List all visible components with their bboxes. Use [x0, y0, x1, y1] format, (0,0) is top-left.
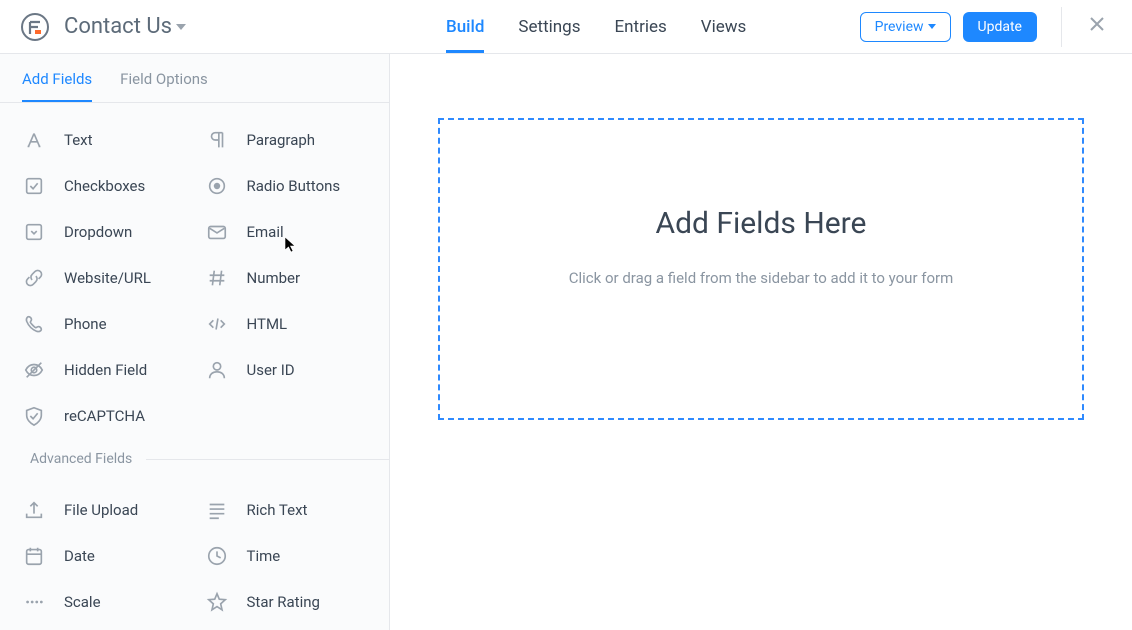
- drop-zone-title: Add Fields Here: [656, 206, 867, 241]
- main-tabs: Build Settings Entries Views: [446, 0, 746, 53]
- field-label: Checkboxes: [64, 177, 145, 195]
- field-radio-buttons[interactable]: Radio Buttons: [197, 163, 380, 209]
- field-label: User ID: [247, 361, 295, 379]
- field-email[interactable]: Email: [197, 209, 380, 255]
- drop-zone[interactable]: Add Fields Here Click or drag a field fr…: [438, 118, 1084, 420]
- drop-zone-subtitle: Click or drag a field from the sidebar t…: [569, 269, 954, 287]
- paragraph-icon: [205, 128, 229, 152]
- link-icon: [22, 266, 46, 290]
- field-label: Radio Buttons: [247, 177, 341, 195]
- phone-icon: [22, 312, 46, 336]
- field-hidden-field[interactable]: Hidden Field: [14, 347, 197, 393]
- field-text[interactable]: Text: [14, 117, 197, 163]
- field-html[interactable]: HTML: [197, 301, 380, 347]
- field-user-id[interactable]: User ID: [197, 347, 380, 393]
- field-label: File Upload: [64, 501, 138, 519]
- field-label: Paragraph: [247, 131, 316, 149]
- field-label: Website/URL: [64, 269, 151, 287]
- field-paragraph[interactable]: Paragraph: [197, 117, 380, 163]
- scale-icon: [22, 590, 46, 614]
- update-button[interactable]: Update: [963, 12, 1037, 42]
- basic-fields-grid: Text Paragraph Checkboxes Radio Buttons Drop…: [0, 103, 389, 445]
- field-recaptcha[interactable]: reCAPTCHA: [14, 393, 197, 439]
- field-website-url[interactable]: Website/URL: [14, 255, 197, 301]
- tab-views[interactable]: Views: [701, 0, 747, 53]
- divider: [1061, 7, 1062, 47]
- hidden-icon: [22, 358, 46, 382]
- chevron-down-icon: [928, 24, 936, 29]
- field-rich-text[interactable]: Rich Text: [197, 487, 380, 533]
- field-label: Dropdown: [64, 223, 132, 241]
- radio-icon: [205, 174, 229, 198]
- advanced-fields-grid: File Upload Rich Text Date Time Scale Star Ra…: [0, 473, 389, 630]
- time-icon: [205, 544, 229, 568]
- shield-icon: [22, 404, 46, 428]
- sidebar-tabs: Add Fields Field Options: [0, 54, 389, 103]
- field-label: Date: [64, 547, 95, 565]
- dropdown-icon: [22, 220, 46, 244]
- field-label: Time: [247, 547, 281, 565]
- field-scale[interactable]: Scale: [14, 579, 197, 625]
- preview-label: Preview: [875, 19, 924, 35]
- tab-entries[interactable]: Entries: [615, 0, 667, 53]
- tab-settings[interactable]: Settings: [518, 0, 580, 53]
- tab-build[interactable]: Build: [446, 0, 484, 53]
- user-icon: [205, 358, 229, 382]
- preview-button[interactable]: Preview: [860, 12, 951, 42]
- app-logo-icon: [20, 12, 50, 42]
- form-canvas: Add Fields Here Click or drag a field fr…: [390, 54, 1132, 630]
- richtext-icon: [205, 498, 229, 522]
- field-label: Scale: [64, 593, 101, 611]
- field-time[interactable]: Time: [197, 533, 380, 579]
- chevron-down-icon: [176, 24, 186, 30]
- field-dropdown[interactable]: Dropdown: [14, 209, 197, 255]
- advanced-fields-label: Advanced Fields: [30, 451, 146, 467]
- code-icon: [205, 312, 229, 336]
- field-date[interactable]: Date: [14, 533, 197, 579]
- sidebar: Add Fields Field Options Text Paragraph Che…: [0, 54, 390, 630]
- field-number[interactable]: Number: [197, 255, 380, 301]
- update-label: Update: [978, 19, 1022, 35]
- date-icon: [22, 544, 46, 568]
- field-star-rating[interactable]: Star Rating: [197, 579, 380, 625]
- hash-icon: [205, 266, 229, 290]
- sidebar-tab-field-options[interactable]: Field Options: [120, 54, 208, 102]
- field-label: reCAPTCHA: [64, 407, 145, 425]
- field-file-upload[interactable]: File Upload: [14, 487, 197, 533]
- text-icon: [22, 128, 46, 152]
- field-label: Email: [247, 223, 284, 241]
- close-button[interactable]: [1082, 10, 1112, 43]
- field-label: Hidden Field: [64, 361, 147, 379]
- email-icon: [205, 220, 229, 244]
- field-phone[interactable]: Phone: [14, 301, 197, 347]
- field-checkboxes[interactable]: Checkboxes: [14, 163, 197, 209]
- field-label: Rich Text: [247, 501, 308, 519]
- sidebar-tab-add-fields[interactable]: Add Fields: [22, 54, 92, 102]
- advanced-fields-header: Advanced Fields: [0, 445, 389, 473]
- form-title: Contact Us: [64, 14, 172, 39]
- upload-icon: [22, 498, 46, 522]
- field-label: Phone: [64, 315, 107, 333]
- field-label: HTML: [247, 315, 288, 333]
- top-bar: Contact Us Build Settings Entries Views Pre…: [0, 0, 1132, 54]
- form-title-dropdown[interactable]: Contact Us: [64, 14, 186, 39]
- field-label: Number: [247, 269, 301, 287]
- checkbox-icon: [22, 174, 46, 198]
- field-label: Star Rating: [247, 593, 320, 611]
- star-icon: [205, 590, 229, 614]
- field-label: Text: [64, 131, 93, 149]
